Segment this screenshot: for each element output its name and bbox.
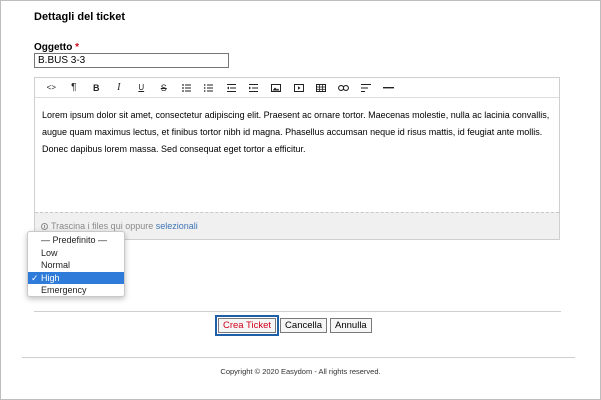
link-icon[interactable] <box>333 79 356 97</box>
priority-option-normal[interactable]: Normal <box>28 259 124 272</box>
horizontal-rule-icon[interactable] <box>378 79 401 97</box>
action-buttons: Crea Ticket Cancella Annulla <box>214 315 375 336</box>
priority-option-emergency[interactable]: Emergency <box>28 284 124 297</box>
video-icon[interactable] <box>288 79 311 97</box>
subject-label: Oggetto * <box>34 42 79 53</box>
priority-option-high[interactable]: ✓ High <box>28 271 124 284</box>
cancel-button[interactable]: Annulla <box>330 318 372 333</box>
priority-option-default[interactable]: — Predefinito — <box>28 234 124 247</box>
indent-icon[interactable] <box>243 79 266 97</box>
underline-icon[interactable]: U <box>130 79 153 97</box>
select-files-link[interactable]: selezionali <box>156 221 198 231</box>
priority-option-low[interactable]: Low <box>28 247 124 260</box>
subject-label-text: Oggetto <box>34 42 73 53</box>
priority-option-high-label: High <box>41 272 60 283</box>
paragraph-icon[interactable]: ¶ <box>63 79 86 97</box>
footer-copyright: Copyright © 2020 Easydom - All rights re… <box>220 367 381 376</box>
priority-dropdown[interactable]: — Predefinito — Low Normal ✓ High Emerge… <box>27 231 125 297</box>
subject-input[interactable] <box>34 53 229 68</box>
dropzone-text: Trascina i files qui oppure <box>51 221 154 231</box>
strikethrough-icon[interactable]: S <box>153 79 176 97</box>
bold-icon[interactable]: B <box>85 79 108 97</box>
numbered-list-icon[interactable] <box>198 79 221 97</box>
italic-icon[interactable]: I <box>108 79 131 97</box>
divider <box>34 311 561 312</box>
footer-divider <box>22 357 575 358</box>
create-ticket-button[interactable]: Crea Ticket <box>214 315 280 336</box>
upload-icon <box>41 223 48 230</box>
check-icon: ✓ <box>31 272 39 283</box>
delete-button[interactable]: Cancella <box>280 318 328 333</box>
outdent-icon[interactable] <box>220 79 243 97</box>
table-icon[interactable] <box>310 79 333 97</box>
editor-content[interactable]: Lorem ipsum dolor sit amet, consectetur … <box>35 98 559 212</box>
editor-toolbar: <> ¶ B I U S <box>35 78 559 98</box>
required-mark: * <box>75 42 80 53</box>
rich-text-editor: <> ¶ B I U S Lorem ipsum dolor sit amet,… <box>34 77 560 240</box>
bulleted-list-icon[interactable] <box>175 79 198 97</box>
code-icon[interactable]: <> <box>40 79 63 97</box>
align-icon[interactable] <box>355 79 378 97</box>
image-icon[interactable] <box>265 79 288 97</box>
section-title: Dettagli del ticket <box>34 11 126 23</box>
